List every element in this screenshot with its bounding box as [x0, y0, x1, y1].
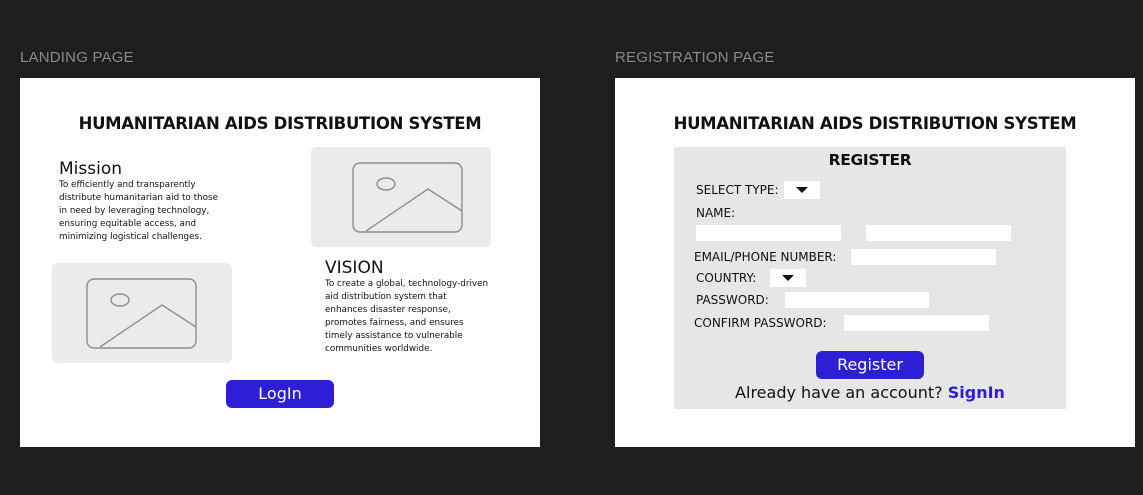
- mission-line: minimizing logistical challenges.: [59, 232, 202, 242]
- mission-line: To efficiently and transparently: [59, 180, 196, 190]
- country-label: COUNTRY:: [696, 271, 757, 285]
- register-button[interactable]: Register: [816, 351, 924, 379]
- confirm-password-label: CONFIRM PASSWORD:: [694, 316, 827, 330]
- vision-heading: VISION: [325, 258, 384, 278]
- image-placeholder-icon: [86, 278, 197, 349]
- landing-page-frame: HUMANITARIAN AIDS DISTRIBUTION SYSTEM Mi…: [20, 78, 540, 447]
- country-dropdown[interactable]: [770, 269, 806, 287]
- mission-heading: Mission: [59, 159, 123, 179]
- first-name-input[interactable]: [696, 225, 841, 241]
- vision-line: To create a global, technology-driven: [325, 279, 489, 289]
- mission-line: ensuring equitable access, and: [59, 219, 197, 229]
- vision-image-placeholder: [52, 263, 232, 363]
- vision-line: aid distribution system that: [325, 292, 447, 302]
- email-phone-label: EMAIL/PHONE NUMBER:: [694, 250, 837, 264]
- vision-line: promotes fairness, and ensures: [325, 318, 464, 328]
- register-form-panel: REGISTER SELECT TYPE: NAME: EMAIL/PHONE …: [674, 147, 1066, 409]
- select-type-dropdown[interactable]: [784, 181, 820, 199]
- vision-line: enhances disaster response,: [325, 305, 451, 315]
- registration-page-title: HUMANITARIAN AIDS DISTRIBUTION SYSTEM: [673, 114, 1077, 133]
- last-name-input[interactable]: [866, 225, 1011, 241]
- landing-page-title: HUMANITARIAN AIDS DISTRIBUTION SYSTEM: [78, 114, 482, 133]
- vision-text: To create a global, technology-driven ai…: [325, 278, 488, 356]
- login-button[interactable]: LogIn: [226, 380, 334, 408]
- dropdown-arrow-icon: [782, 275, 794, 281]
- account-prompt-text: Already have an account?: [735, 383, 943, 402]
- register-form-title: REGISTER: [828, 151, 912, 169]
- mission-line: in need by leveraging technology,: [59, 206, 210, 216]
- vision-line: timely assistance to vulnerable: [325, 331, 463, 341]
- landing-frame-label: LANDING PAGE: [20, 49, 134, 66]
- mission-image-placeholder: [311, 147, 491, 247]
- password-input[interactable]: [785, 292, 929, 308]
- signin-prompt: Already have an account? SignIn: [674, 383, 1066, 402]
- mission-text: To efficiently and transparently distrib…: [59, 179, 218, 244]
- mission-line: distribute humanitarian aid to those: [59, 193, 218, 203]
- password-label: PASSWORD:: [696, 293, 769, 307]
- registration-page-frame: HUMANITARIAN AIDS DISTRIBUTION SYSTEM RE…: [615, 78, 1135, 447]
- select-type-label: SELECT TYPE:: [696, 183, 779, 197]
- registration-frame-label: REGISTRATION PAGE: [615, 49, 775, 66]
- signin-link[interactable]: SignIn: [948, 383, 1005, 402]
- name-label: NAME:: [696, 206, 736, 220]
- confirm-password-input[interactable]: [844, 315, 989, 331]
- email-phone-input[interactable]: [851, 249, 996, 265]
- image-placeholder-icon: [352, 162, 463, 233]
- dropdown-arrow-icon: [796, 187, 808, 193]
- vision-line: communities worldwide.: [325, 344, 433, 354]
